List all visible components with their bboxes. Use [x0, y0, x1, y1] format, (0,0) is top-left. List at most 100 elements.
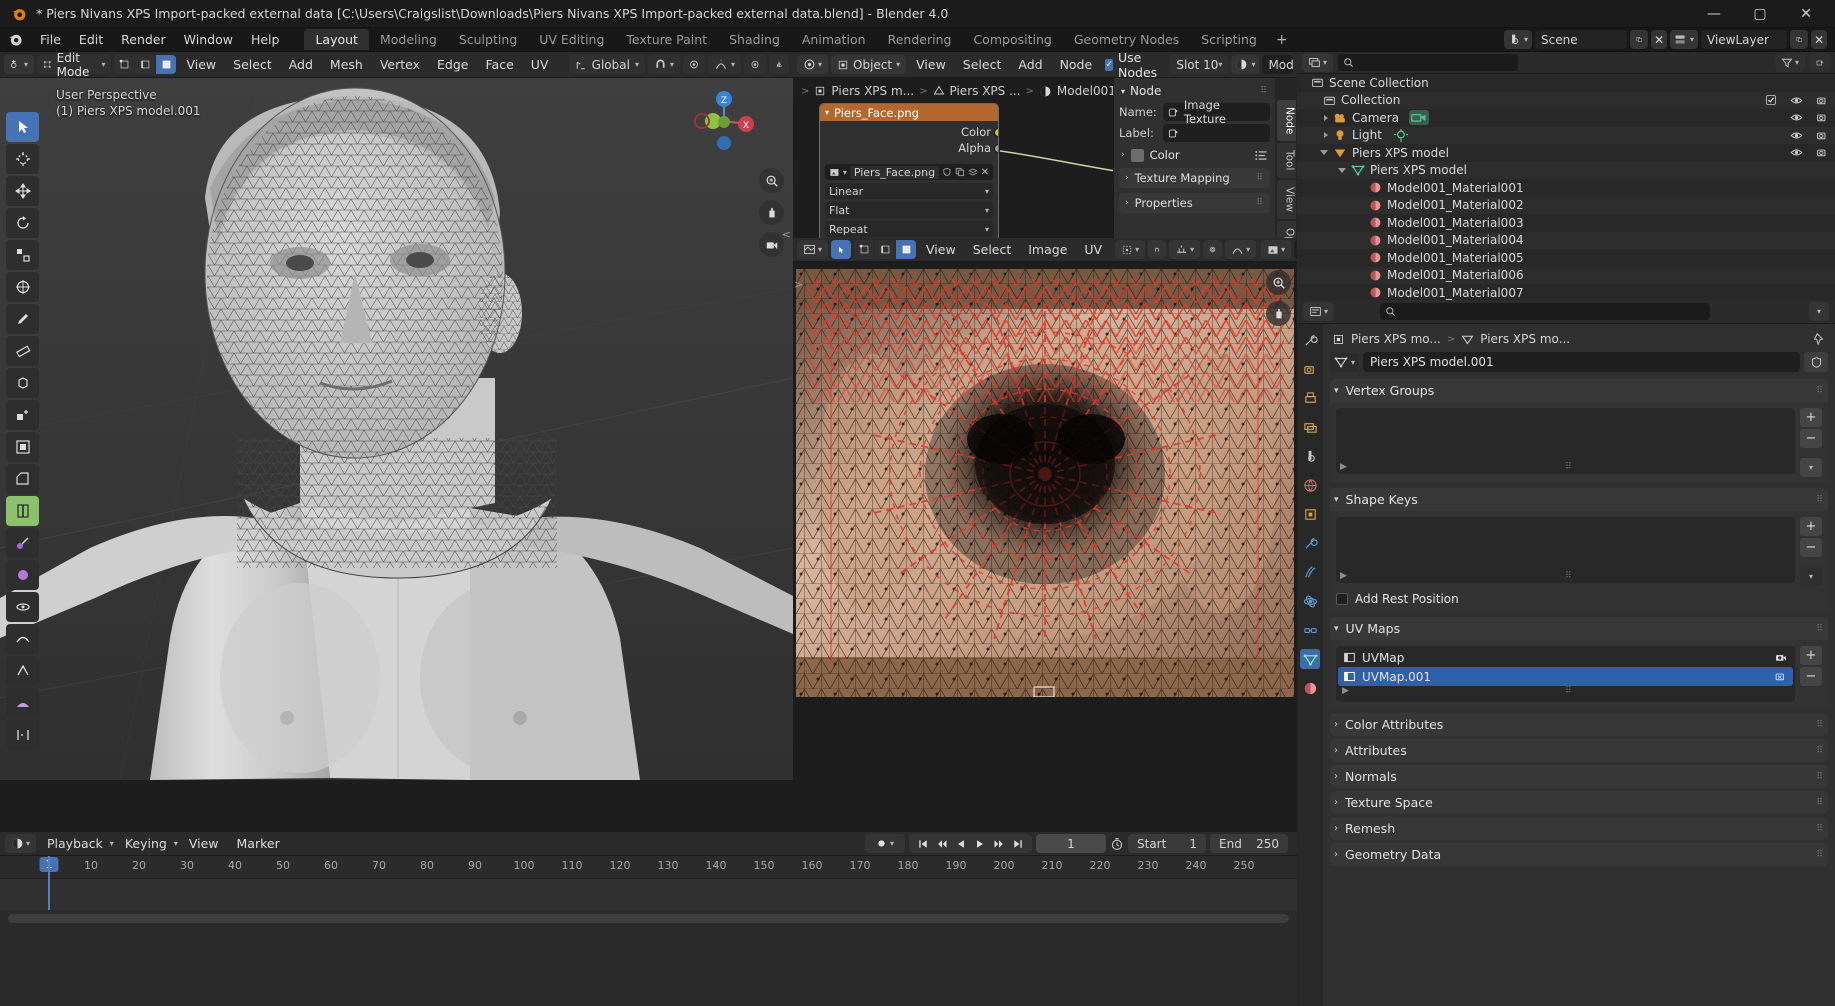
menu-render[interactable]: Render: [112, 30, 175, 49]
tab-texture-paint[interactable]: Texture Paint: [615, 29, 718, 50]
vertex-select-mode-button[interactable]: [114, 55, 135, 74]
list-icon[interactable]: [1254, 150, 1268, 161]
uv-face-select-button[interactable]: [896, 240, 917, 259]
uv-pan-button[interactable]: [1266, 301, 1291, 326]
tab-modeling[interactable]: Modeling: [369, 29, 448, 50]
expander-icon[interactable]: ▶: [1340, 462, 1347, 472]
tab-modifiers[interactable]: [1300, 533, 1320, 553]
expander-icon[interactable]: [1338, 167, 1346, 173]
properties-search-input[interactable]: [1380, 303, 1711, 320]
uv-canvas-area[interactable]: >: [793, 262, 1297, 780]
add-uv-map-button[interactable]: +: [1800, 646, 1822, 665]
shader-menu-select[interactable]: Select: [956, 55, 1009, 74]
tool-annotate[interactable]: [6, 304, 39, 334]
viewport-menu-uv[interactable]: UV: [524, 55, 556, 74]
add-vertex-group-button[interactable]: +: [1800, 408, 1822, 427]
sidebar-tab-view[interactable]: View: [1276, 179, 1296, 219]
uv-menu-view[interactable]: View: [919, 240, 963, 259]
breadcrumb-mesh[interactable]: Piers XPS mo...: [1480, 332, 1570, 346]
tab-geometry-nodes[interactable]: Geometry Nodes: [1063, 29, 1190, 50]
uv-map-row-selected[interactable]: UVMap.001: [1338, 667, 1793, 686]
light-data-icon[interactable]: [1392, 128, 1410, 143]
uv-proportional-edit-button[interactable]: [1203, 240, 1223, 259]
uv-menu-uv[interactable]: UV: [1077, 240, 1109, 259]
add-workspace-button[interactable]: +: [1268, 30, 1296, 50]
shape-keys-list[interactable]: ▶ ⠿: [1336, 517, 1795, 583]
current-frame-field[interactable]: 1: [1036, 834, 1106, 853]
node-name-input[interactable]: Image Texture: [1163, 98, 1270, 126]
tab-output[interactable]: [1300, 388, 1320, 408]
table-row[interactable]: Model001_Material004: [1297, 231, 1835, 249]
viewport-menu-view[interactable]: View: [179, 55, 223, 74]
resize-grip-icon[interactable]: ⠿: [1565, 571, 1573, 581]
viewport-menu-add[interactable]: Add: [282, 55, 320, 74]
expander-icon[interactable]: [1320, 150, 1328, 156]
scene-browse-button[interactable]: ▾: [1503, 30, 1532, 49]
add-rest-position-row[interactable]: Add Rest Position: [1336, 592, 1822, 606]
resize-grip-icon[interactable]: ⠿: [1565, 462, 1573, 472]
eye-icon[interactable]: [1790, 129, 1803, 142]
shape-keys-panel-header[interactable]: ▾ Shape Keys ⠿: [1330, 488, 1828, 511]
inactive-render-camera-icon[interactable]: [1774, 670, 1788, 683]
tool-scale[interactable]: [6, 240, 39, 270]
face-select-mode-button[interactable]: [156, 55, 177, 74]
outliner-row-piers-object[interactable]: Piers XPS model: [1297, 144, 1835, 162]
viewport-canvas[interactable]: User Perspective (1) Piers XPS model.001: [0, 78, 793, 780]
new-viewlayer-button[interactable]: [1790, 30, 1808, 49]
outliner-tree[interactable]: Scene Collection Collection Camera Light…: [1297, 74, 1835, 300]
uv-image-browse-button[interactable]: ▾: [1261, 240, 1292, 259]
next-keyframe-icon[interactable]: [993, 838, 1005, 850]
vertex-groups-list[interactable]: ▶ ⠿: [1336, 408, 1795, 474]
image-texture-node[interactable]: ▾ Piers_Face.png Color Alpha ▾ Piers_Fac…: [819, 103, 999, 238]
eye-icon[interactable]: [1790, 94, 1803, 107]
stopwatch-icon[interactable]: [1110, 837, 1124, 851]
timeline-editor-type-button[interactable]: ▾: [5, 834, 37, 853]
table-row[interactable]: Model001_Material002: [1297, 196, 1835, 214]
material-slot-dropdown[interactable]: Slot 10 ▾: [1170, 55, 1229, 74]
blender-menu-icon[interactable]: [7, 31, 24, 48]
mesh-data-browse-button[interactable]: ▾: [1330, 352, 1360, 372]
texture-mapping-panel[interactable]: › Texture Mapping ⠿: [1119, 168, 1270, 188]
socket-color[interactable]: [993, 127, 998, 137]
timeline-menu-keying[interactable]: Keying: [118, 834, 174, 853]
shading-x-ray-button[interactable]: [744, 55, 766, 74]
camera-view-button[interactable]: [759, 232, 784, 257]
play-reverse-icon[interactable]: [955, 838, 967, 850]
add-rest-position-checkbox[interactable]: [1336, 593, 1348, 605]
shader-menu-view[interactable]: View: [909, 55, 953, 74]
unlink-image-button[interactable]: ✕: [981, 167, 989, 178]
add-shape-key-button[interactable]: +: [1800, 517, 1822, 536]
fake-user-shield-icon[interactable]: [942, 167, 952, 177]
tab-physics[interactable]: [1300, 591, 1320, 611]
tool-measure[interactable]: [6, 336, 39, 366]
uv-menu-image[interactable]: Image: [1021, 240, 1074, 259]
shader-editor-type-button[interactable]: ▾: [797, 55, 829, 74]
vertex-group-specials-button[interactable]: ▾: [1800, 458, 1822, 477]
shader-menu-add[interactable]: Add: [1011, 55, 1049, 74]
tool-cursor[interactable]: [6, 144, 39, 174]
tool-rip-region[interactable]: [6, 720, 39, 750]
node-output-color[interactable]: Color: [820, 124, 998, 140]
viewport-menu-select[interactable]: Select: [226, 55, 279, 74]
menu-help[interactable]: Help: [242, 30, 289, 49]
node-image-name[interactable]: Piers_Face.png: [849, 165, 940, 179]
unlink-scene-button[interactable]: ✕: [1650, 30, 1667, 49]
use-nodes-toggle[interactable]: ✓ Use Nodes: [1105, 50, 1161, 80]
shader-node-canvas[interactable]: > Piers XPS m... > Piers XPS ... > Model…: [793, 78, 1297, 238]
viewlayer-browse-button[interactable]: ▾: [1669, 30, 1698, 49]
tool-extrude[interactable]: [6, 400, 39, 430]
material-browse-button[interactable]: ▾: [1231, 55, 1260, 74]
uv-falloff-dropdown[interactable]: ▾: [1225, 240, 1257, 259]
tool-tweak[interactable]: [6, 112, 39, 142]
tab-render[interactable]: [1300, 359, 1320, 379]
menu-file[interactable]: File: [31, 30, 70, 49]
prev-keyframe-icon[interactable]: [936, 838, 948, 850]
auto-keying-button[interactable]: ▾: [865, 834, 905, 853]
tool-spin[interactable]: [6, 592, 39, 622]
mesh-data-name-field[interactable]: Piers XPS model.001: [1363, 352, 1800, 372]
timeline-horizontal-scrollbar[interactable]: [8, 914, 1289, 923]
vertex-groups-panel-header[interactable]: ▾ Vertex Groups ⠿: [1330, 379, 1828, 402]
interaction-mode-dropdown[interactable]: Edit Mode ▾: [37, 52, 112, 79]
outliner-row-piers-mesh[interactable]: Piers XPS model: [1297, 161, 1835, 179]
tab-particles[interactable]: [1300, 562, 1320, 582]
